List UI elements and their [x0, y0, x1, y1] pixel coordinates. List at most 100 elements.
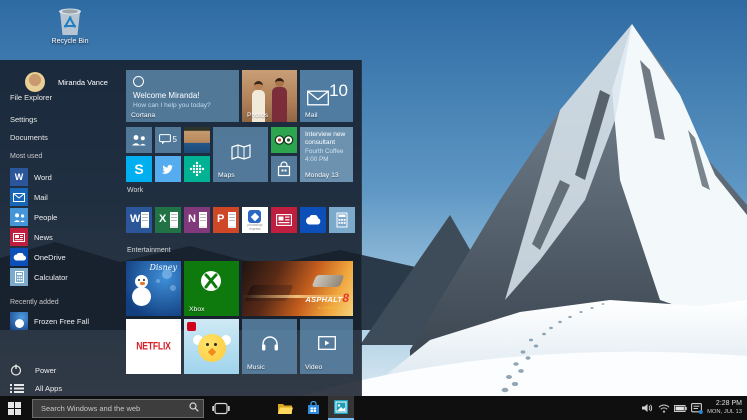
tile-cortana[interactable]: Welcome Miranda! How can I help you toda…	[126, 70, 239, 122]
calculator-icon	[336, 212, 348, 228]
clock-date: MON, JUL 13	[707, 409, 742, 415]
onedrive-icon	[10, 248, 28, 266]
bubble	[162, 269, 172, 279]
chick-eyes	[206, 343, 209, 346]
news-icon	[10, 228, 28, 246]
power-icon	[10, 363, 28, 377]
desktop-icon-recycle-bin[interactable]: Recycle Bin	[42, 5, 98, 45]
frozen-free-fall-icon	[10, 312, 28, 330]
tile-xbox[interactable]: Xbox	[184, 261, 239, 316]
sidebar-item-people[interactable]: People	[10, 208, 120, 226]
store-icon	[307, 401, 319, 414]
sidebar-item-label: Word	[34, 173, 52, 182]
calendar-event-title: Interview new consultant	[305, 131, 346, 146]
user-account-button[interactable]: Miranda Vance	[25, 72, 135, 94]
sidebar-item-onedrive[interactable]: OneDrive	[10, 248, 120, 266]
mail-envelope-icon	[307, 90, 329, 106]
taskbar-store-button[interactable]	[300, 396, 326, 420]
sidebar-item-news[interactable]: News	[10, 228, 120, 246]
tile-label: Cortana	[131, 112, 156, 119]
skype-icon: S	[134, 161, 144, 177]
people-icon	[132, 135, 146, 146]
video-icon	[317, 336, 336, 351]
all-apps-label: All Apps	[35, 384, 63, 393]
tile-calculator[interactable]	[329, 207, 355, 233]
tile-music[interactable]: Music	[242, 319, 297, 374]
tile-chicken-game[interactable]	[184, 319, 239, 374]
tile-store[interactable]	[271, 156, 297, 182]
document-page	[141, 212, 149, 228]
tile-twitter[interactable]	[155, 156, 181, 182]
excel-icon: X	[159, 213, 167, 225]
tile-onenote[interactable]: N	[184, 207, 210, 233]
sidebar-item-frozen-free-fall[interactable]: Frozen Free Fall	[10, 312, 120, 330]
volume-icon[interactable]	[639, 396, 655, 420]
messaging-count: 5	[172, 135, 177, 144]
tile-maps[interactable]: Maps	[213, 127, 268, 182]
file-explorer-icon	[278, 403, 293, 414]
xbox-logo-icon	[201, 271, 221, 291]
cortana-subtitle: How can I help you today?	[133, 102, 211, 109]
task-view-icon	[212, 402, 230, 414]
tile-photos[interactable]: Photos	[242, 70, 297, 122]
start-button[interactable]	[0, 396, 28, 420]
tile-photoshop-express[interactable]: photoshop express	[242, 207, 268, 233]
headphones-icon	[261, 336, 278, 351]
tile-asphalt-8[interactable]: ASPHALT8 AIRBORNE	[242, 261, 353, 316]
tile-onedrive[interactable]	[300, 207, 326, 233]
tile-calendar[interactable]: Interview new consultant Fourth Coffee 4…	[300, 127, 353, 182]
task-view-button[interactable]	[208, 396, 234, 420]
tile-messaging[interactable]: 5	[155, 127, 181, 153]
tile-label: Xbox	[189, 306, 205, 313]
power-button[interactable]: Power	[10, 363, 110, 377]
clock-time: 2:28 PM	[715, 400, 742, 407]
sidebar-item-file-explorer[interactable]: File Explorer	[10, 93, 52, 102]
tile-people[interactable]	[126, 127, 152, 153]
calendar-event-location: Fourth Coffee	[305, 148, 344, 155]
search-icon	[189, 402, 199, 412]
recycle-bin-icon	[59, 8, 81, 35]
tile-frozen-free-fall[interactable]: Disney	[126, 261, 181, 316]
sidebar-item-calculator[interactable]: Calculator	[10, 268, 120, 286]
tile-skype[interactable]: S	[126, 156, 152, 182]
photoshop-express-icon	[248, 210, 261, 223]
tile-powerpoint[interactable]: P	[213, 207, 239, 233]
race-car	[244, 285, 294, 301]
photo-person	[272, 78, 287, 122]
tile-tripadvisor[interactable]	[271, 127, 297, 153]
taskbar-file-explorer-button[interactable]	[272, 396, 298, 420]
olaf-snowman	[132, 287, 151, 306]
mail-unread-count: 10	[329, 81, 348, 100]
tile-video[interactable]: Video	[300, 319, 353, 374]
tile-label: Mail	[305, 112, 318, 119]
tile-excel[interactable]: X	[155, 207, 181, 233]
group-header-entertainment: Entertainment	[127, 247, 171, 254]
sidebar-item-mail[interactable]: Mail	[10, 188, 120, 206]
network-icon[interactable]	[656, 396, 672, 420]
sidebar-item-documents[interactable]: Documents	[10, 133, 48, 142]
sidebar-item-label: OneDrive	[34, 253, 66, 262]
taskbar-photos-button[interactable]	[328, 396, 354, 420]
all-apps-button[interactable]: All Apps	[10, 381, 110, 395]
recycle-bin-label: Recycle Bin	[51, 38, 89, 45]
battery-icon[interactable]	[672, 396, 688, 420]
tile-word[interactable]: W	[126, 207, 152, 233]
tile-netflix[interactable]: NETFLIX	[126, 319, 181, 374]
sidebar-item-settings[interactable]: Settings	[10, 115, 37, 124]
sidebar-item-word[interactable]: W Word	[10, 168, 120, 186]
word-icon: W	[130, 213, 141, 225]
tile-news[interactable]	[271, 207, 297, 233]
tile-mail[interactable]: 10 Mail	[300, 70, 353, 122]
people-icon	[10, 208, 28, 226]
taskbar-clock[interactable]: 2:28 PM MON, JUL 13	[703, 399, 745, 416]
zynga-badge	[187, 322, 196, 331]
tile-contact-photo[interactable]	[184, 127, 210, 153]
netflix-wordmark: NETFLIX	[136, 339, 171, 353]
tile-dotted-app[interactable]	[184, 156, 210, 182]
search-input[interactable]	[32, 399, 204, 418]
dots-pattern-icon	[189, 161, 205, 177]
windows-logo-icon	[7, 401, 21, 415]
onenote-icon: N	[188, 213, 196, 225]
powerpoint-icon: P	[217, 213, 225, 225]
recently-added-header: Recently added	[10, 299, 59, 306]
